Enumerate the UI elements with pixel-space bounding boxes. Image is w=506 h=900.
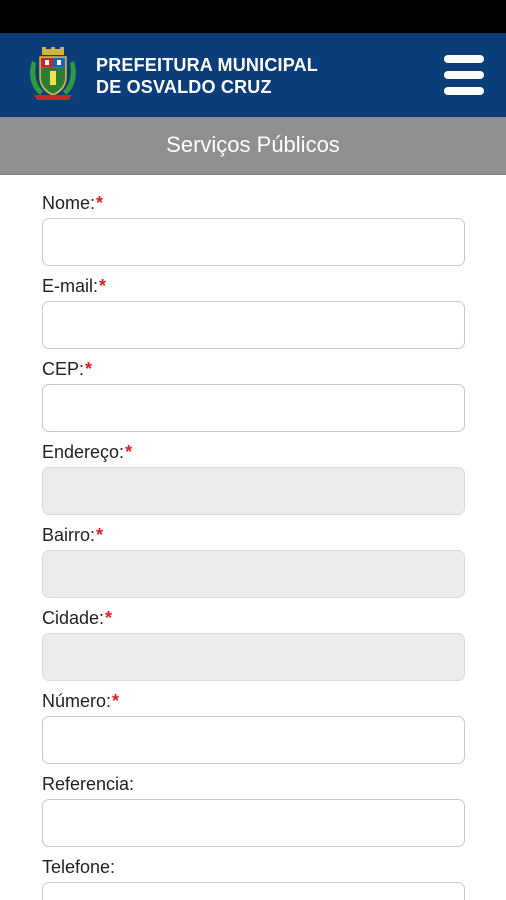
field-bairro: Bairro:* <box>42 520 465 598</box>
numero-input[interactable] <box>42 716 465 764</box>
required-asterisk: * <box>99 276 107 296</box>
hamburger-menu-icon <box>444 87 484 95</box>
cep-input[interactable] <box>42 384 465 432</box>
required-asterisk: * <box>125 442 133 462</box>
required-asterisk: * <box>96 193 104 213</box>
field-endereco: Endereço:* <box>42 437 465 515</box>
field-label: E-mail:* <box>42 276 107 296</box>
field-label: Cidade:* <box>42 608 113 628</box>
field-numero: Número:* <box>42 686 465 764</box>
telefone-input[interactable] <box>42 882 465 900</box>
nome-input[interactable] <box>42 218 465 266</box>
brand-title: PREFEITURA MUNICIPAL DE OSVALDO CRUZ <box>96 54 318 98</box>
hamburger-menu-button[interactable] <box>440 53 488 97</box>
field-email: E-mail:* <box>42 271 465 349</box>
hamburger-menu-icon <box>444 71 484 79</box>
field-label: Endereço:* <box>42 442 133 462</box>
brand-title-line1: PREFEITURA MUNICIPAL <box>96 55 318 75</box>
cidade-input <box>42 633 465 681</box>
required-asterisk: * <box>105 608 113 628</box>
field-label: Bairro:* <box>42 525 104 545</box>
referencia-input[interactable] <box>42 799 465 847</box>
bairro-input <box>42 550 465 598</box>
brand-title-line2: DE OSVALDO CRUZ <box>96 77 272 97</box>
endereco-input <box>42 467 465 515</box>
field-label: Número:* <box>42 691 120 711</box>
field-label: Referencia: <box>42 774 135 794</box>
field-label: Telefone: <box>42 857 116 877</box>
coat-of-arms-icon <box>30 47 76 100</box>
field-cidade: Cidade:* <box>42 603 465 681</box>
status-bar <box>0 0 506 33</box>
field-nome: Nome:* <box>42 188 465 266</box>
app-header: PREFEITURA MUNICIPAL DE OSVALDO CRUZ <box>0 33 506 117</box>
required-asterisk: * <box>112 691 120 711</box>
field-label: CEP:* <box>42 359 93 379</box>
field-telefone: Telefone: <box>42 852 465 900</box>
field-referencia: Referencia: <box>42 769 465 847</box>
field-cep: CEP:* <box>42 354 465 432</box>
email-input[interactable] <box>42 301 465 349</box>
service-request-form: Nome:* E-mail:* CEP:* Endereço:* Bairro:… <box>0 175 506 900</box>
hamburger-menu-icon <box>444 55 484 63</box>
page-title: Serviços Públicos <box>0 117 506 175</box>
field-label: Nome:* <box>42 193 104 213</box>
required-asterisk: * <box>96 525 104 545</box>
required-asterisk: * <box>85 359 93 379</box>
